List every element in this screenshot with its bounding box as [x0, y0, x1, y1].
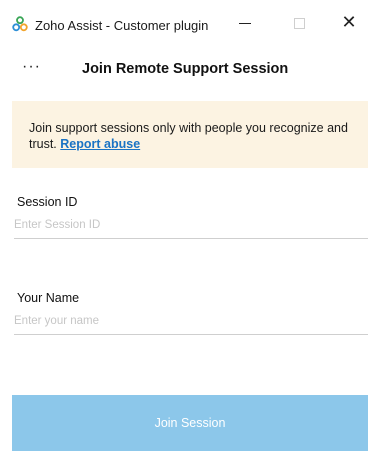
header: ··· Join Remote Support Session — [0, 50, 370, 90]
report-abuse-link[interactable]: Report abuse — [60, 137, 140, 151]
plugin-window: Zoho Assist - Customer plugin ✕ ··· Join… — [0, 0, 370, 461]
minimize-button[interactable] — [232, 10, 258, 36]
session-id-input[interactable] — [14, 215, 368, 239]
join-session-button[interactable]: Join Session — [12, 395, 368, 451]
title-bar: Zoho Assist - Customer plugin ✕ — [0, 0, 370, 42]
trust-notice: Join support sessions only with people y… — [12, 101, 368, 168]
your-name-label: Your Name — [17, 291, 80, 305]
page-title: Join Remote Support Session — [82, 61, 289, 77]
window-title: Zoho Assist - Customer plugin — [35, 18, 209, 33]
zoho-assist-logo-icon — [12, 16, 28, 32]
maximize-button[interactable] — [286, 10, 312, 36]
your-name-input[interactable] — [14, 311, 368, 335]
close-icon: ✕ — [341, 12, 357, 33]
more-options-icon[interactable]: ··· — [22, 58, 41, 76]
maximize-icon — [293, 17, 305, 29]
minimize-icon — [239, 22, 251, 24]
session-id-label: Session ID — [17, 195, 78, 209]
close-button[interactable]: ✕ — [336, 10, 362, 36]
